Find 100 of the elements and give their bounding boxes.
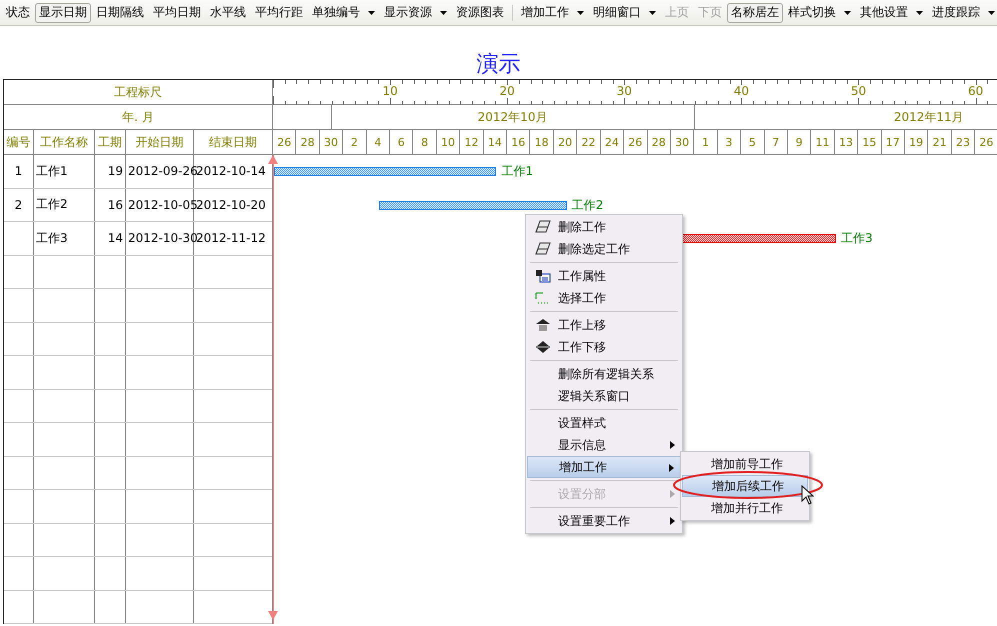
menu-item[interactable]: 工作属性: [527, 265, 681, 287]
toolbar-button[interactable]: 名称居左: [727, 2, 783, 22]
menu-item[interactable]: 删除工作: [527, 216, 681, 238]
column-header: 工期: [95, 130, 126, 154]
ruler-label: 20: [500, 85, 515, 98]
column-header: 编号: [4, 130, 34, 154]
gantt-bar[interactable]: [379, 200, 567, 210]
toolbar-button[interactable]: 日期隔线: [92, 2, 148, 22]
bar-label: 工作1: [501, 163, 534, 180]
move-down-icon: [534, 340, 550, 354]
day-header: 22: [577, 130, 601, 154]
day-header: 30: [670, 130, 694, 154]
table-cell: 19: [95, 155, 126, 188]
day-header: 13: [834, 130, 858, 154]
toolbar-button[interactable]: 资源图表: [452, 2, 508, 22]
menu-item[interactable]: 设置重要工作: [527, 510, 681, 532]
ruler-label: 10: [382, 85, 398, 98]
caret-icon: [440, 10, 447, 14]
menu-item[interactable]: 逻辑关系窗口: [527, 385, 681, 407]
properties-icon: [534, 269, 550, 283]
day-header: 3: [718, 130, 742, 154]
caret-icon: [844, 10, 851, 14]
day-header: 28: [296, 130, 320, 154]
caret-icon: [649, 10, 656, 14]
table-cell: 工作3: [34, 222, 95, 254]
toolbar-dropdown-button[interactable]: 其他设置: [856, 2, 927, 22]
day-header: 2: [343, 130, 367, 154]
table-cell: 2: [4, 188, 34, 221]
submenu-arrow-icon: [670, 517, 675, 525]
day-header: 23: [952, 130, 976, 154]
day-header: 10: [436, 130, 460, 154]
toolbar-button[interactable]: 平均行距: [251, 2, 307, 22]
day-header: 30: [320, 130, 344, 154]
caret-icon: [577, 10, 584, 14]
ruler-label: 50: [850, 85, 866, 98]
day-header: 9: [788, 130, 812, 154]
submenu-arrow-icon: [670, 490, 675, 498]
toolbar-button[interactable]: 平均日期: [149, 2, 205, 22]
day-header: 15: [858, 130, 882, 154]
eraser-icon: [534, 220, 550, 234]
toolbar-button[interactable]: 显示日期: [35, 2, 91, 22]
day-header: 12: [460, 130, 484, 154]
toolbar-dropdown-button[interactable]: 增加工作: [517, 2, 588, 22]
table-cell: 1: [4, 155, 34, 188]
toolbar-dropdown-button[interactable]: 进度跟踪: [928, 2, 997, 22]
menu-item[interactable]: 增加后续工作: [682, 475, 808, 497]
marker-triangle-icon[interactable]: [268, 155, 278, 164]
day-header: 26: [624, 130, 648, 154]
table-cell: 16: [95, 188, 126, 221]
day-header: 28: [648, 130, 671, 154]
month-label: 2012年10月: [478, 108, 548, 126]
table-cell: 工作1: [34, 155, 95, 188]
menu-item[interactable]: 增加工作: [527, 456, 681, 478]
submenu-arrow-icon: [669, 464, 674, 472]
table-cell-text: 2012-11-12: [196, 230, 267, 248]
day-header: 19: [904, 130, 928, 154]
toolbar-button[interactable]: 水平线: [206, 2, 250, 22]
menu-item[interactable]: 删除所有逻辑关系: [527, 363, 681, 385]
column-header: 结束日期: [208, 134, 258, 150]
select-icon: [534, 291, 550, 305]
toolbar-button[interactable]: 状态: [2, 2, 34, 22]
toolbar-dropdown-button[interactable]: 明细窗口: [589, 2, 660, 22]
menu-item[interactable]: 删除选定工作: [527, 238, 681, 260]
day-header: 21: [928, 130, 952, 154]
day-header: 7: [764, 130, 788, 154]
gantt-bar[interactable]: [274, 167, 496, 176]
eraser-icon: [534, 242, 550, 256]
menu-item[interactable]: 显示信息: [527, 434, 681, 456]
marker-triangle-icon[interactable]: [268, 611, 278, 620]
table-cell-text: 2012-10-14: [196, 163, 267, 180]
menu-item[interactable]: 增加并行工作: [682, 497, 808, 519]
table-cell: 14: [95, 222, 126, 254]
toolbar-dropdown-button[interactable]: 单独编号: [308, 2, 379, 22]
submenu-arrow-icon: [670, 441, 675, 449]
caret-icon: [988, 10, 995, 14]
table-cell: 工作2: [34, 188, 95, 221]
ruler-label: 60: [968, 85, 984, 98]
day-header: 8: [413, 130, 437, 154]
month-label: 2012年11月: [894, 108, 964, 126]
column-header: 工作名称: [34, 130, 95, 154]
caret-icon: [368, 10, 375, 14]
toolbar-dropdown-button[interactable]: 样式切换: [784, 2, 855, 22]
ruler-label: 30: [616, 85, 632, 98]
day-header: 1: [694, 130, 718, 154]
bar-label: 工作2: [572, 196, 604, 214]
column-header: 开始日期: [126, 130, 194, 154]
day-header: 14: [484, 130, 508, 154]
menu-item[interactable]: 设置样式: [527, 412, 681, 434]
toolbar-dropdown-button[interactable]: 显示资源: [380, 2, 451, 22]
day-header: 18: [530, 130, 554, 154]
menu-item[interactable]: 工作下移: [527, 336, 681, 358]
day-header: 24: [600, 130, 624, 154]
menu-item[interactable]: 工作上移: [527, 314, 681, 336]
day-header: 6: [390, 130, 414, 154]
move-up-icon: [534, 318, 550, 332]
table-cell-text: 2012-10-20: [196, 196, 267, 214]
day-header: 4: [366, 130, 390, 154]
bar-label: 工作3: [841, 230, 873, 248]
menu-item[interactable]: 选择工作: [527, 287, 681, 309]
ruler-label: 40: [734, 85, 750, 98]
